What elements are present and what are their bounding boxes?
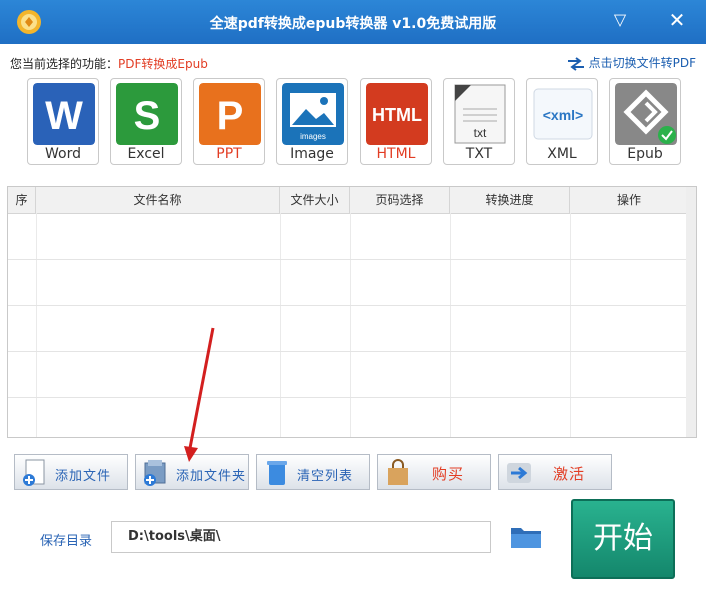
shopping-bag-icon	[388, 459, 408, 485]
ppt-icon: P	[199, 83, 261, 145]
current-function: 您当前选择的功能：PDF转换成Epub	[10, 55, 208, 72]
activate-button[interactable]: 激活	[498, 454, 612, 490]
col-index: 序	[8, 187, 36, 213]
activate-label: 激活	[553, 465, 586, 483]
add-folder-label: 添加文件夹	[176, 469, 247, 484]
close-icon[interactable]: ✕	[664, 8, 690, 34]
trash-icon	[267, 461, 287, 485]
svg-text:<xml>: <xml>	[543, 107, 583, 123]
format-txt-label: TXT	[465, 146, 493, 162]
table-scrollbar[interactable]	[686, 187, 696, 437]
table-header: 序 文件名称 文件大小 页码选择 转换进度 操作	[8, 187, 688, 214]
format-txt[interactable]: txt TXT	[443, 78, 515, 165]
format-word-label: Word	[45, 146, 81, 162]
switch-arrows-icon	[567, 56, 584, 71]
col-actions: 操作	[616, 193, 641, 207]
html-icon: HTML	[366, 83, 428, 145]
save-dir-field[interactable]: D:\tools\桌面\	[111, 521, 491, 553]
format-image[interactable]: images Image	[276, 78, 348, 165]
menu-dropdown-icon[interactable]: ▽	[607, 8, 633, 34]
svg-text:S: S	[134, 94, 161, 138]
file-table[interactable]: 序 文件名称 文件大小 页码选择 转换进度 操作	[7, 186, 697, 438]
format-epub[interactable]: Epub	[609, 78, 681, 165]
col-filename: 文件名称	[36, 187, 280, 213]
svg-text:HTML: HTML	[372, 105, 422, 125]
format-excel-label: Excel	[127, 146, 165, 162]
current-function-label: 您当前选择的功能：	[10, 57, 119, 71]
save-dir-label: 保存目录	[40, 534, 93, 549]
buy-button[interactable]: 购买	[377, 454, 491, 490]
excel-icon: S	[116, 83, 178, 145]
current-function-value: PDF转换成Epub	[118, 57, 208, 71]
col-progress: 转换进度	[450, 187, 570, 213]
epub-icon	[615, 83, 677, 145]
add-file-icon	[23, 459, 45, 486]
svg-text:images: images	[300, 132, 326, 141]
buy-label: 购买	[432, 465, 465, 483]
format-epub-label: Epub	[627, 146, 663, 162]
clear-list-button[interactable]: 清空列表	[256, 454, 370, 490]
svg-text:txt: txt	[474, 126, 487, 140]
switch-mode-label: 点击切换文件转PDF	[588, 56, 696, 70]
format-xml-label: XML	[547, 146, 577, 162]
activate-arrow-icon	[507, 463, 531, 483]
word-icon: W	[33, 83, 95, 145]
format-ppt-label: PPT	[216, 146, 242, 162]
format-ppt[interactable]: P PPT	[193, 78, 265, 165]
format-html-label: HTML	[376, 146, 416, 162]
add-file-label: 添加文件	[55, 469, 112, 484]
format-image-label: Image	[290, 146, 334, 162]
title-bar: 全速pdf转换成epub转换器 v1.0免费试用版 ▽ ✕	[0, 0, 706, 44]
format-html[interactable]: HTML HTML	[360, 78, 432, 165]
window-title: 全速pdf转换成epub转换器 v1.0免费试用版	[209, 16, 497, 32]
col-filesize: 文件大小	[280, 187, 350, 213]
svg-text:P: P	[217, 94, 244, 138]
add-folder-icon	[144, 460, 166, 486]
format-excel[interactable]: S Excel	[110, 78, 182, 165]
image-icon: images	[282, 83, 344, 145]
start-button[interactable]: 开始	[571, 499, 675, 579]
folder-open-icon[interactable]	[509, 522, 543, 550]
col-page-select: 页码选择	[350, 187, 450, 213]
add-folder-button[interactable]: 添加文件夹	[135, 454, 249, 490]
format-word[interactable]: W Word	[27, 78, 99, 165]
svg-text:W: W	[45, 94, 83, 138]
txt-icon: txt	[454, 84, 506, 144]
switch-mode-link[interactable]: 点击切换文件转PDF	[567, 54, 696, 71]
clear-list-label: 清空列表	[297, 469, 354, 484]
add-file-button[interactable]: 添加文件	[14, 454, 128, 490]
format-xml[interactable]: <xml> XML	[526, 78, 598, 165]
xml-icon: <xml>	[533, 88, 593, 140]
